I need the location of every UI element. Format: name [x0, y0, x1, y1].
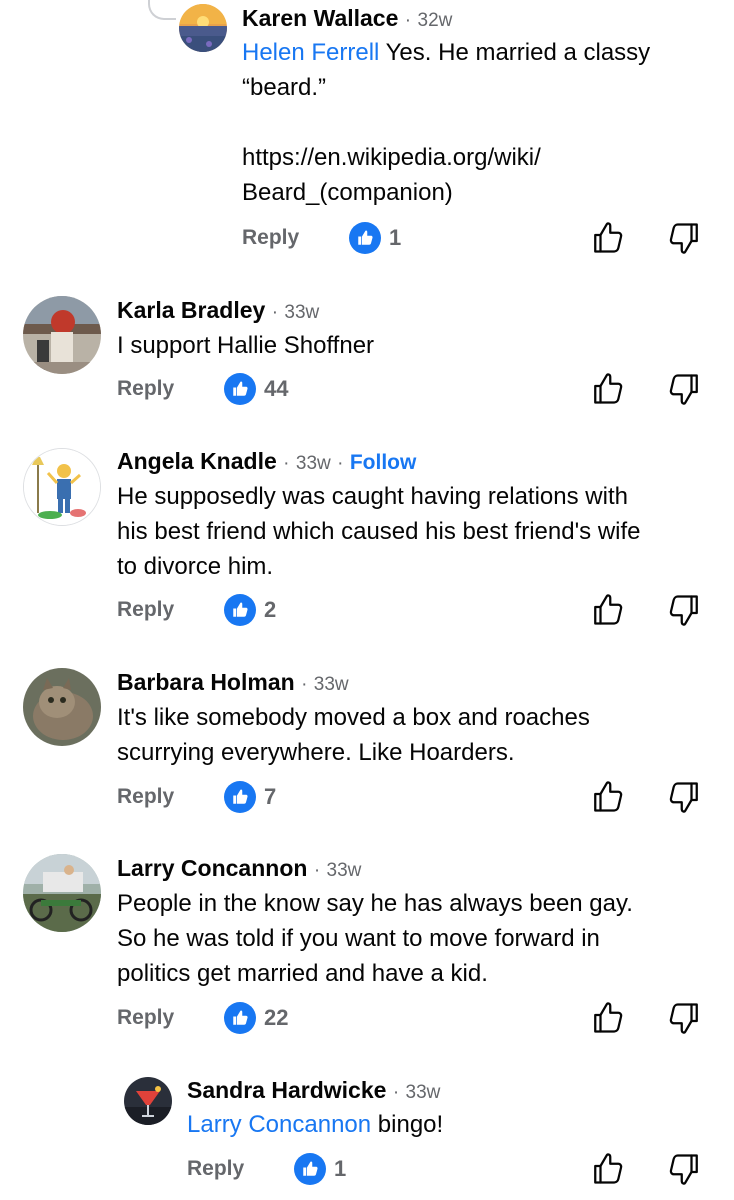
comment-karla-bradley: Karla Bradley · 33w I support Hallie Sho…	[0, 290, 734, 420]
reply-button[interactable]: Reply	[117, 592, 174, 628]
like-reaction-icon	[349, 222, 381, 254]
avatar[interactable]	[23, 448, 101, 526]
reply-button[interactable]: Reply	[187, 1151, 244, 1187]
comment-sandra-hardwicke: Sandra Hardwicke · 33w Larry Concannon b…	[0, 1065, 734, 1200]
author-name[interactable]: Karla Bradley	[117, 297, 265, 323]
comment-header: Angela Knadle · 33w · Follow	[117, 448, 417, 474]
author-name[interactable]: Sandra Hardwicke	[187, 1077, 386, 1103]
mention-link[interactable]: Helen Ferrell	[242, 39, 379, 66]
comment-angela-knadle: Angela Knadle · 33w · Follow He supposed…	[0, 440, 734, 645]
comment-age[interactable]: 33w	[327, 860, 362, 881]
author-name[interactable]: Karen Wallace	[242, 5, 398, 31]
comment-actions: Reply 1	[242, 220, 712, 256]
thumbs-up-icon[interactable]	[590, 779, 626, 815]
comment-karen-wallace: Karen Wallace · 32w Helen Ferrell Yes. H…	[0, 0, 734, 270]
comment-header: Karen Wallace · 32w	[242, 5, 453, 31]
thumbs-down-icon[interactable]	[666, 779, 702, 815]
thumbs-down-icon[interactable]	[666, 592, 702, 628]
comment-body: Larry Concannon bingo!	[187, 1111, 444, 1138]
comment-header: Larry Concannon · 33w	[117, 855, 362, 881]
like-reaction-icon	[224, 594, 256, 626]
like-count[interactable]: 1	[334, 1151, 346, 1187]
thumbs-down-icon[interactable]	[666, 1151, 702, 1187]
comment-body: He supposedly was caught having relation…	[117, 483, 641, 580]
thumbs-up-icon[interactable]	[590, 592, 626, 628]
avatar[interactable]	[179, 4, 227, 52]
thumbs-down-icon[interactable]	[666, 220, 702, 256]
like-count[interactable]: 44	[264, 371, 288, 407]
comment-actions: Reply 7	[117, 779, 712, 815]
reply-button[interactable]: Reply	[242, 220, 299, 256]
reply-button[interactable]: Reply	[117, 371, 174, 407]
thumbs-down-icon[interactable]	[666, 1000, 702, 1036]
reply-button[interactable]: Reply	[117, 779, 174, 815]
comment-age[interactable]: 33w	[296, 453, 331, 474]
thumbs-up-icon[interactable]	[590, 1000, 626, 1036]
like-count[interactable]: 22	[264, 1000, 288, 1036]
author-name[interactable]: Barbara Holman	[117, 669, 295, 695]
comment-age[interactable]: 33w	[314, 674, 349, 695]
comment-body: People in the know say he has always bee…	[117, 890, 633, 987]
avatar[interactable]	[124, 1077, 172, 1125]
comment-barbara-holman: Barbara Holman · 33w It's like somebody …	[0, 660, 734, 835]
like-reaction-icon	[294, 1153, 326, 1185]
like-reaction-icon	[224, 781, 256, 813]
thumbs-down-icon[interactable]	[666, 371, 702, 407]
mention-link[interactable]: Larry Concannon	[187, 1111, 371, 1138]
comment-header: Karla Bradley · 33w	[117, 297, 320, 323]
thumbs-up-icon[interactable]	[590, 220, 626, 256]
comment-header: Sandra Hardwicke · 33w	[187, 1077, 441, 1103]
comment-body: It's like somebody moved a box and roach…	[117, 704, 590, 766]
like-count[interactable]: 2	[264, 592, 276, 628]
thumbs-up-icon[interactable]	[590, 371, 626, 407]
comment-age[interactable]: 33w	[406, 1082, 441, 1103]
thumbs-up-icon[interactable]	[590, 1151, 626, 1187]
author-name[interactable]: Larry Concannon	[117, 855, 307, 881]
comment-body: Helen Ferrell Yes. He married a classy “…	[242, 35, 722, 210]
comment-body: I support Hallie Shoffner	[117, 332, 375, 359]
comment-age[interactable]: 33w	[284, 302, 319, 323]
author-name[interactable]: Angela Knadle	[117, 448, 277, 474]
comment-actions: Reply 2	[117, 592, 712, 628]
like-count[interactable]: 7	[264, 779, 276, 815]
like-reaction-icon	[224, 373, 256, 405]
avatar[interactable]	[23, 296, 101, 374]
like-count[interactable]: 1	[389, 220, 401, 256]
comment-actions: Reply 44	[117, 371, 712, 407]
like-reaction-icon	[224, 1002, 256, 1034]
avatar[interactable]	[23, 668, 101, 746]
comment-header: Barbara Holman · 33w	[117, 669, 349, 695]
comment-actions: Reply 1	[187, 1151, 712, 1187]
comment-age[interactable]: 32w	[418, 10, 453, 31]
comment-larry-concannon: Larry Concannon · 33w People in the know…	[0, 845, 734, 1055]
reply-button[interactable]: Reply	[117, 1000, 174, 1036]
wiki-link-text: https://en.wikipedia.org/wiki/	[242, 144, 541, 171]
avatar[interactable]	[23, 854, 101, 932]
follow-button[interactable]: Follow	[350, 451, 417, 474]
comment-actions: Reply 22	[117, 1000, 712, 1036]
